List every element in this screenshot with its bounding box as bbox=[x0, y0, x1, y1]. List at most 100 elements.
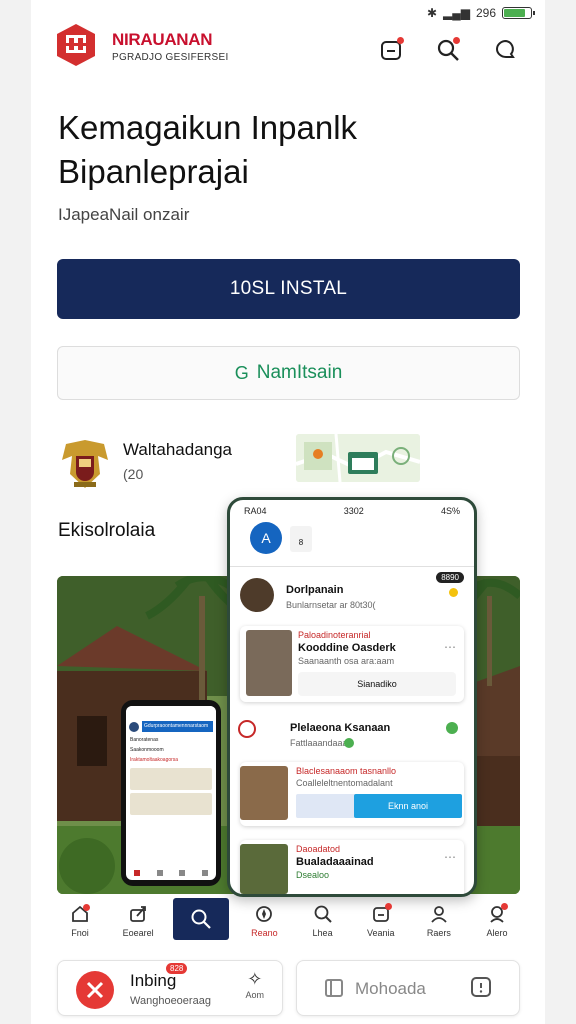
card2-button[interactable]: Eknn anoi bbox=[354, 794, 462, 818]
nav-explore-label: Lhea bbox=[312, 928, 333, 938]
post2-sub: Fattlaaandaaar bbox=[290, 738, 351, 748]
chat-icon[interactable] bbox=[492, 36, 520, 64]
bookmark-icon bbox=[323, 977, 345, 1004]
nav-profile[interactable]: Alero bbox=[474, 898, 520, 946]
nav-users-label: Raers bbox=[426, 928, 451, 938]
nav-explore[interactable]: Lhea bbox=[300, 898, 346, 946]
handheld-row-1: Banoratenas bbox=[130, 737, 159, 743]
bottom-card-title: Inbing bbox=[130, 971, 177, 990]
user-icon bbox=[431, 906, 447, 923]
nav-share-label: Eoearel bbox=[122, 928, 154, 938]
mockup-status-right: 4S% bbox=[440, 506, 460, 516]
search-icon bbox=[314, 905, 332, 923]
nav-users[interactable]: Raers bbox=[416, 898, 462, 946]
handheld-row-3: Iraktamoltaakoagorsa bbox=[130, 757, 179, 763]
nav-location-label: Reano bbox=[251, 928, 278, 938]
bottom-card-action-label: Aom bbox=[245, 990, 264, 1000]
news-card-2[interactable]: Blaclesanaaom tasnanllo Coalleleltnentom… bbox=[240, 762, 464, 826]
status-bar: ✱ ▂▄▆ 296 bbox=[426, 6, 535, 20]
status-time: 296 bbox=[475, 6, 496, 20]
verified-icon bbox=[344, 738, 354, 748]
card1-title: Kooddine Oasderk bbox=[298, 642, 396, 654]
signal-icon: ▂▄▆ bbox=[443, 6, 470, 20]
page-title: Kemagaikun Inpanlk Bipanleprajai bbox=[58, 108, 528, 192]
brand-logo-icon[interactable] bbox=[55, 22, 97, 68]
install-button[interactable]: 10SL INSTAL bbox=[57, 259, 520, 319]
bottom-card-left[interactable]: Inbing 828 Wanghoeoeraag ✧ Aom bbox=[57, 960, 283, 1016]
location-icon bbox=[256, 906, 273, 922]
app-mockup-phone: RA04 3302 4S% A 8 Dorlpanain Bunlarnseta… bbox=[227, 497, 477, 897]
star-icon bbox=[449, 588, 458, 597]
post2-icon bbox=[238, 720, 256, 738]
check-icon bbox=[446, 722, 458, 734]
secondary-button-label: NamItsain bbox=[256, 362, 343, 383]
post1-title: Dorlpanain bbox=[286, 584, 344, 596]
news-card-1[interactable]: Paloadinoteranrial Kooddine Oasderk Saan… bbox=[240, 626, 464, 702]
card1-photo bbox=[246, 630, 292, 696]
brand-title: NIRAUANAN bbox=[112, 30, 213, 49]
post1-sub: Bunlarnsetar ar 80t30( bbox=[286, 600, 376, 610]
handheld-phone-screen: Gdurpraoontamennnarstaom Banoratenas Saa… bbox=[126, 706, 216, 880]
post2-title: Plelaeona Ksanaan bbox=[290, 722, 391, 734]
more-icon-2[interactable]: ⋯ bbox=[444, 850, 456, 864]
nav-home[interactable]: Fnoi bbox=[57, 898, 103, 946]
nav-search-active[interactable] bbox=[173, 898, 230, 940]
app-logo-icon bbox=[76, 971, 114, 1009]
card2-sub: Coalleleltnentomadalant bbox=[296, 778, 393, 788]
nav-share[interactable]: Eoearel bbox=[115, 898, 161, 946]
secondary-button[interactable]: G NamItsain bbox=[57, 346, 520, 400]
card2-placeholder bbox=[296, 794, 356, 818]
bottom-navigation: Fnoi Eoearel Reano Lhea Veania Raers Ale… bbox=[57, 898, 520, 946]
bottom-card-right-label: Mohoada bbox=[355, 979, 426, 998]
nav-home-label: Fnoi bbox=[71, 928, 89, 938]
card3-title: Bualadaaainad bbox=[296, 856, 374, 868]
g-icon: G bbox=[234, 362, 249, 383]
section-label: Ekisolrolaia bbox=[58, 520, 156, 541]
avatar bbox=[129, 721, 139, 732]
card1-button[interactable]: Sianadiko bbox=[298, 672, 456, 696]
org-name: Waltahadanga bbox=[123, 440, 233, 459]
share-icon bbox=[130, 906, 147, 922]
mockup-app-avatar[interactable]: A bbox=[250, 522, 282, 554]
card1-sub: Saanaanth osa ara:aam bbox=[298, 656, 395, 666]
card1-tag: Paloadinoteranrial bbox=[298, 630, 371, 640]
search-icon bbox=[191, 909, 212, 929]
card2-photo bbox=[240, 766, 288, 820]
card2-tag: Blaclesanaaom tasnanllo bbox=[296, 766, 397, 776]
page-subtitle: IJapeaNail onzair bbox=[58, 205, 190, 224]
mockup-status-left: RA04 bbox=[244, 506, 267, 516]
handheld-row-2: Saakonmooom bbox=[130, 747, 164, 753]
mockup-app-badge: 8 bbox=[290, 526, 312, 552]
map-thumbnail[interactable] bbox=[296, 434, 420, 482]
notification-box-icon[interactable] bbox=[377, 36, 405, 64]
bottom-card-sub: Wanghoeoeraag bbox=[130, 995, 211, 1007]
search-icon[interactable] bbox=[434, 36, 462, 64]
headline-line-2: Bipanleprajai bbox=[58, 153, 249, 190]
org-meta: (20 bbox=[123, 466, 144, 482]
nav-notifications-label: Veania bbox=[366, 928, 395, 938]
card3-tag: Daoadatod bbox=[296, 844, 341, 854]
card3-sub: Dsealoo bbox=[296, 870, 330, 880]
brand-subtitle: PGRADJO GESIFERSEI bbox=[112, 52, 229, 63]
post1-tag: 8890 bbox=[436, 572, 464, 583]
post1-avatar bbox=[240, 578, 274, 612]
more-icon[interactable]: ⋯ bbox=[444, 640, 456, 654]
mockup-status-bar: RA04 3302 4S% bbox=[230, 500, 474, 516]
handheld-tab: Gdurpraoontamennnarstaom bbox=[142, 721, 213, 732]
news-card-3[interactable]: Daoadatod Bualadaaainad Dsealoo ⋯ bbox=[240, 840, 464, 894]
headline-line-1: Kemagaikun Inpanlk bbox=[58, 109, 358, 146]
sparkle-icon: ✧ bbox=[247, 969, 263, 989]
garuda-emblem-icon bbox=[62, 440, 108, 488]
battery-icon bbox=[502, 7, 535, 19]
nav-location[interactable]: Reano bbox=[241, 898, 287, 946]
bottom-card-badge: 828 bbox=[166, 963, 188, 974]
card3-photo bbox=[240, 844, 288, 894]
nav-profile-label: Alero bbox=[486, 928, 508, 938]
nav-notifications[interactable]: Veania bbox=[358, 898, 404, 946]
bottom-card-right[interactable]: Mohoada bbox=[296, 960, 520, 1016]
alert-icon[interactable] bbox=[469, 975, 493, 1004]
handheld-phone: Gdurpraoontamennnarstaom Banoratenas Saa… bbox=[121, 700, 221, 886]
bluetooth-icon: ✱ bbox=[426, 6, 437, 20]
bottom-card-action[interactable]: ✧ Aom bbox=[245, 969, 264, 1000]
mockup-status-mid: 3302 bbox=[343, 506, 364, 516]
